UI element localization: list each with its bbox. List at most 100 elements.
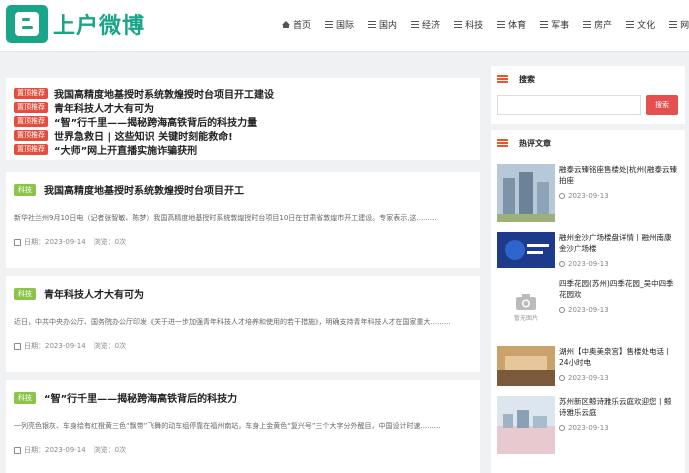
site-logo[interactable]: 上户微博 bbox=[6, 5, 145, 43]
nav-network[interactable]: 网络 bbox=[669, 18, 689, 31]
nav-label: 国内 bbox=[379, 21, 398, 31]
category-tag[interactable]: 科技 bbox=[14, 287, 36, 300]
search-widget: 搜索 搜索 bbox=[491, 66, 685, 124]
headline-title[interactable]: 世界急救日 | 这些知识 关键时刻能救命! bbox=[54, 128, 233, 143]
hot-article-item[interactable]: 融州金沙广场楼盘详情丨融州南康金沙广场楼 2023-09-13 bbox=[497, 232, 681, 268]
headline-item[interactable]: 置顶推荐 我国高精度地基授时系统敦煌授时台项目开工建设 bbox=[14, 86, 472, 101]
hot-article-item[interactable]: 湖州【中奥美泉宫】售楼处电话丨24小时电 2023-09-13 bbox=[497, 346, 681, 386]
nav-military[interactable]: 军事 bbox=[540, 18, 569, 31]
article-card: 科技 青年科技人才大有可为 近日，中共中央办公厅、国务院办公厅印发《关于进一步加强… bbox=[6, 276, 480, 372]
calendar-icon bbox=[14, 342, 21, 350]
list-icon bbox=[325, 21, 334, 28]
nav-label: 房产 bbox=[594, 21, 613, 31]
nav-international[interactable]: 国际 bbox=[325, 18, 354, 31]
hot-article-date: 2023-09-13 bbox=[568, 374, 609, 382]
article-meta: 日期：2023-09-14 浏览：0次 bbox=[14, 445, 472, 455]
nav-culture[interactable]: 文化 bbox=[626, 18, 655, 31]
headline-title[interactable]: “大师”网上开直播实施诈骗获刑 bbox=[54, 142, 197, 157]
nav-label: 国际 bbox=[336, 21, 355, 31]
article-card: 科技 “智”行千里——揭秘跨海高铁背后的科技力 一列亮色银灰、车身绘有红橙黄三色“… bbox=[6, 380, 480, 473]
list-icon bbox=[669, 21, 678, 28]
home-icon bbox=[282, 21, 290, 28]
article-title[interactable]: 青年科技人才大有可为 bbox=[44, 286, 144, 301]
list-icon bbox=[454, 21, 463, 28]
article-thumbnail[interactable] bbox=[497, 164, 555, 222]
hot-articles-widget: 热评文章 融泰云臻铭座售楼处|杭州(融泰云臻拍座 2023-09-13 融州金沙广… bbox=[491, 130, 685, 473]
placeholder-text: 暂无图片 bbox=[513, 314, 538, 322]
hot-tag: 置顶推荐 bbox=[14, 87, 48, 99]
article-excerpt: 近日，中共中央办公厅、国务院办公厅印发《关于进一步加强青年科技人才培养和使用的若… bbox=[14, 318, 451, 326]
article-card: 科技 我国高精度地基授时系统敦煌授时台项目开工 新华社兰州9月10日电（记者张智敏… bbox=[6, 172, 480, 268]
article-meta: 日期：2023-09-14 浏览：0次 bbox=[14, 341, 472, 351]
hot-article-title[interactable]: 融泰云臻铭座售楼处|杭州(融泰云臻拍座 bbox=[559, 164, 677, 186]
logo-icon bbox=[6, 5, 48, 43]
hot-article-title[interactable]: 苏州新区鲸诗雅乐云庭欢迎您丨鲸诗雅乐云庭 bbox=[559, 396, 677, 418]
nav-home[interactable]: 首页 bbox=[282, 18, 311, 31]
calendar-icon bbox=[14, 446, 21, 454]
camera-icon bbox=[516, 293, 536, 310]
headline-item[interactable]: 置顶推荐 青年科技人才大有可为 bbox=[14, 100, 472, 115]
nav-label: 军事 bbox=[551, 21, 570, 31]
hot-article-item[interactable]: 融泰云臻铭座售楼处|杭州(融泰云臻拍座 2023-09-13 bbox=[497, 164, 681, 222]
article-thumbnail[interactable] bbox=[497, 346, 555, 386]
list-icon bbox=[540, 21, 549, 28]
nav-domestic[interactable]: 国内 bbox=[368, 18, 397, 31]
headline-item[interactable]: 置顶推荐 “智”行千里——揭秘跨海高铁背后的科技力量 bbox=[14, 114, 472, 129]
nav-realestate[interactable]: 房产 bbox=[583, 18, 612, 31]
headline-item[interactable]: 置顶推荐 “大师”网上开直播实施诈骗获刑 bbox=[14, 142, 472, 157]
list-icon bbox=[411, 21, 420, 28]
section-icon bbox=[497, 75, 508, 84]
nav-sports[interactable]: 体育 bbox=[497, 18, 526, 31]
clock-icon bbox=[559, 375, 565, 381]
headline-list: 置顶推荐 我国高精度地基授时系统敦煌授时台项目开工建设 置顶推荐 青年科技人才大有可… bbox=[6, 78, 480, 160]
hot-article-title[interactable]: 融州金沙广场楼盘详情丨融州南康金沙广场楼 bbox=[559, 232, 677, 254]
nav-label: 经济 bbox=[422, 21, 441, 31]
hot-title: 热评文章 bbox=[519, 139, 551, 148]
list-icon bbox=[583, 21, 592, 28]
search-title: 搜索 bbox=[519, 75, 535, 84]
main-nav: 首页 国际 国内 经济 科技 体育 军事 房产 文化 网络 bbox=[282, 18, 689, 31]
hot-tag: 置顶推荐 bbox=[14, 101, 48, 113]
clock-icon bbox=[559, 193, 565, 199]
hot-article-date: 2023-09-13 bbox=[568, 260, 609, 268]
nav-tech[interactable]: 科技 bbox=[454, 18, 483, 31]
clock-icon bbox=[559, 261, 565, 267]
article-thumbnail[interactable] bbox=[497, 396, 555, 454]
clock-icon bbox=[559, 307, 565, 313]
nav-label: 文化 bbox=[637, 21, 656, 31]
hot-article-date: 2023-09-13 bbox=[568, 192, 609, 200]
logo-text: 上户微博 bbox=[53, 14, 146, 39]
article-excerpt: 新华社兰州9月10日电（记者张智敏、陈梦）我国高精度地基授时系统敦煌授时台项目1… bbox=[14, 214, 437, 222]
headline-title[interactable]: “智”行千里——揭秘跨海高铁背后的科技力量 bbox=[54, 114, 257, 129]
hot-tag: 置顶推荐 bbox=[14, 115, 48, 127]
list-icon bbox=[497, 21, 506, 28]
nav-label: 网络 bbox=[680, 21, 689, 31]
article-title[interactable]: “智”行千里——揭秘跨海高铁背后的科技力 bbox=[44, 390, 237, 405]
article-excerpt: 一列亮色银灰、车身绘有红橙黄三色“飘带”飞舞的动车组停靠在福州南站，车身上金黄色… bbox=[14, 422, 441, 430]
hot-article-title[interactable]: 四季花园(苏州)四季花园_吴中四季花园欢 bbox=[559, 278, 677, 300]
article-views: 浏览：0次 bbox=[93, 238, 127, 246]
hot-article-title[interactable]: 湖州【中奥美泉宫】售楼处电话丨24小时电 bbox=[559, 346, 677, 368]
article-meta: 日期：2023-09-14 浏览：0次 bbox=[14, 237, 472, 247]
headline-item[interactable]: 置顶推荐 世界急救日 | 这些知识 关键时刻能救命! bbox=[14, 128, 472, 143]
search-input[interactable] bbox=[497, 95, 641, 115]
hot-article-date: 2023-09-13 bbox=[568, 424, 609, 432]
hot-article-item[interactable]: 苏州新区鲸诗雅乐云庭欢迎您丨鲸诗雅乐云庭 2023-09-13 bbox=[497, 396, 681, 454]
category-tag[interactable]: 科技 bbox=[14, 391, 36, 404]
placeholder-thumbnail[interactable]: 暂无图片 bbox=[497, 278, 555, 336]
article-date: 日期：2023-09-14 bbox=[24, 238, 86, 246]
hot-article-item[interactable]: 暂无图片 四季花园(苏州)四季花园_吴中四季花园欢 2023-09-13 bbox=[497, 278, 681, 336]
category-tag[interactable]: 科技 bbox=[14, 183, 36, 196]
nav-economy[interactable]: 经济 bbox=[411, 18, 440, 31]
article-date: 日期：2023-09-14 bbox=[24, 342, 86, 350]
article-title[interactable]: 我国高精度地基授时系统敦煌授时台项目开工 bbox=[44, 182, 244, 197]
article-views: 浏览：0次 bbox=[93, 342, 127, 350]
nav-label: 科技 bbox=[465, 21, 484, 31]
article-views: 浏览：0次 bbox=[93, 446, 127, 454]
article-thumbnail[interactable] bbox=[497, 232, 555, 268]
headline-title[interactable]: 我国高精度地基授时系统敦煌授时台项目开工建设 bbox=[54, 86, 274, 101]
section-icon bbox=[497, 139, 508, 148]
search-button[interactable]: 搜索 bbox=[646, 95, 678, 115]
headline-title[interactable]: 青年科技人才大有可为 bbox=[54, 100, 154, 115]
site-header: 上户微博 首页 国际 国内 经济 科技 体育 军事 房产 文化 网络 bbox=[0, 0, 689, 52]
